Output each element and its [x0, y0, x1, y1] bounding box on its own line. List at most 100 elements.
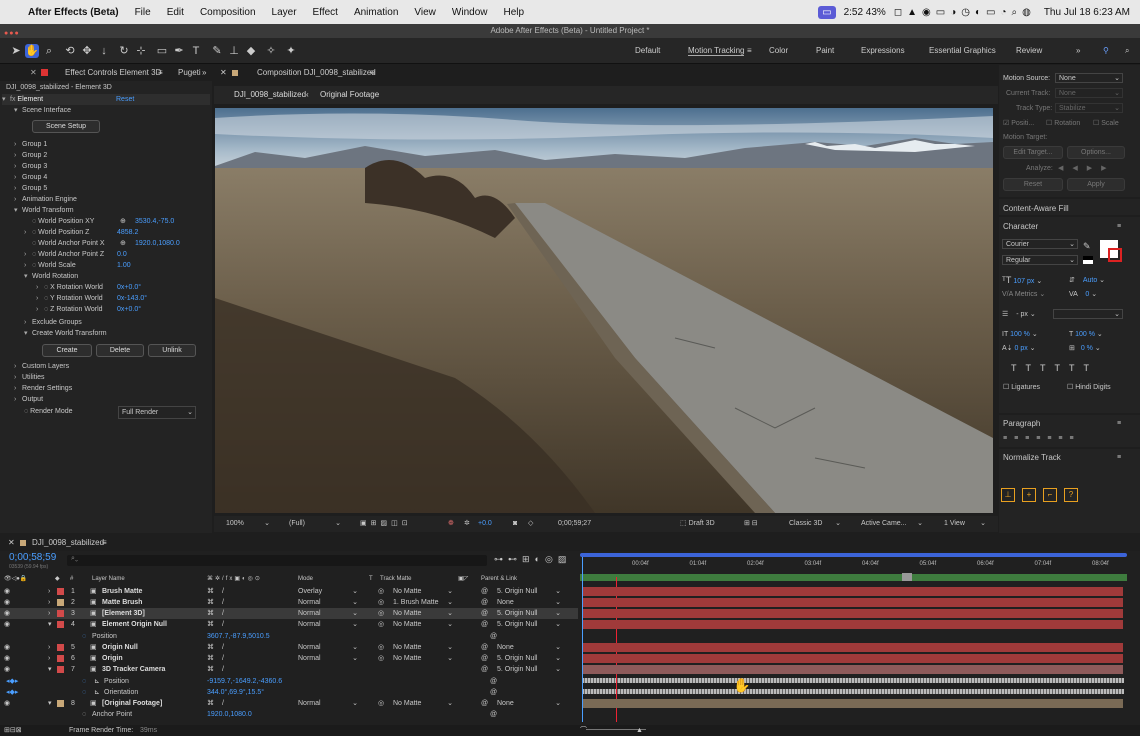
- parent-pickwhip-icon[interactable]: @: [481, 597, 488, 608]
- layer-name[interactable]: Origin: [102, 653, 123, 664]
- graph-icon[interactable]: ⊾: [94, 687, 100, 698]
- pan-tool-icon[interactable]: ✥: [80, 44, 94, 58]
- layer-duration-bar[interactable]: [583, 699, 1123, 708]
- layer-switch-icons[interactable]: ⌘ /: [207, 619, 227, 630]
- anchor-point-value[interactable]: 1920.0,1080.0: [207, 709, 252, 720]
- stopwatch-icon[interactable]: ◌: [82, 676, 86, 687]
- show-snapshot-icon[interactable]: ◇: [528, 516, 533, 532]
- parent-pickwhip-icon[interactable]: @: [481, 608, 488, 619]
- table-row[interactable]: ◉ › 5 ▣ Origin Null ⌘ / Normal ⌄ ◎ No Matte ⌄ @ None…: [0, 642, 578, 653]
- label-color-swatch[interactable]: [57, 588, 64, 595]
- track-matte-dropdown[interactable]: No Matte ⌄: [393, 608, 453, 619]
- expand-arrow-icon[interactable]: ▾: [48, 619, 52, 630]
- zoom-tool-icon[interactable]: ⌕: [42, 44, 56, 58]
- parent-dropdown[interactable]: None ⌄: [497, 642, 561, 653]
- stopwatch-icon[interactable]: ◌: [24, 408, 28, 415]
- world-anchor-x-value[interactable]: 1920.0,1080.0: [135, 238, 180, 249]
- reset-link[interactable]: Reset: [116, 94, 134, 105]
- animation-engine-group[interactable]: › Animation Engine: [14, 194, 77, 205]
- more-tabs-icon[interactable]: »: [202, 65, 206, 81]
- parent-pickwhip-icon[interactable]: @: [481, 642, 488, 653]
- share-icon[interactable]: ⚲: [1103, 46, 1109, 55]
- 3d-icons[interactable]: ⊞ ⊟: [744, 516, 758, 532]
- font-family-dropdown[interactable]: Courier ⌄: [1002, 239, 1078, 249]
- menu-animation[interactable]: Animation: [346, 7, 406, 18]
- element-effect-row[interactable]: ▾ fx Element Reset: [2, 94, 210, 105]
- layer-switch-icons[interactable]: ⌘ /: [207, 664, 227, 675]
- pickwhip-icon[interactable]: @: [490, 687, 497, 698]
- apply-button[interactable]: Apply: [1067, 178, 1125, 191]
- layer-switch-icons[interactable]: ⌘ /: [207, 597, 227, 608]
- menu-view[interactable]: View: [406, 7, 444, 18]
- tsume-field[interactable]: ⊞ 0 % ⌄: [1069, 343, 1101, 354]
- stopwatch-icon[interactable]: ◌: [82, 687, 86, 698]
- layer-switch-icons[interactable]: ⌘ /: [207, 698, 227, 709]
- stopwatch-icon[interactable]: ◌: [32, 218, 36, 225]
- normalize-button-1-icon[interactable]: ⊥: [1001, 488, 1015, 502]
- layer-name[interactable]: [Original Footage]: [102, 698, 162, 709]
- orbit-tool-icon[interactable]: ⟲: [63, 44, 77, 58]
- normalize-button-3-icon[interactable]: ⌐: [1043, 488, 1057, 502]
- label-color-swatch[interactable]: [57, 666, 64, 673]
- y-rotation-value[interactable]: 0x-143.0°: [117, 293, 147, 304]
- mode-dropdown[interactable]: Normal ⌄: [298, 698, 358, 709]
- visibility-eye-icon[interactable]: ◉: [4, 608, 10, 619]
- layer-duration-bar[interactable]: [583, 598, 1123, 607]
- menu-help[interactable]: Help: [495, 7, 532, 18]
- menu-composition[interactable]: Composition: [192, 7, 264, 18]
- stopwatch-icon[interactable]: ◌: [82, 631, 86, 642]
- workspace-paint[interactable]: Paint: [816, 46, 834, 55]
- scene-interface-group[interactable]: ▾ Scene Interface: [14, 105, 71, 116]
- stopwatch-icon[interactable]: ◌: [44, 295, 48, 302]
- track-type-dropdown[interactable]: Stabilize ⌄: [1055, 103, 1123, 113]
- current-track-dropdown[interactable]: None ⌄: [1055, 88, 1123, 98]
- lock-icon[interactable]: [41, 69, 48, 76]
- workspace-motion-tracking[interactable]: Motion Tracking: [688, 46, 745, 56]
- composition-tab[interactable]: Composition DJI_0098_stabilized: [257, 65, 376, 81]
- layer-switch-icons[interactable]: ⌘ /: [207, 642, 227, 653]
- track-matte-dropdown[interactable]: No Matte ⌄: [393, 653, 453, 664]
- snapshot-icon[interactable]: ◙: [513, 516, 517, 532]
- footer-icons[interactable]: ⊞⊟⊠: [4, 725, 22, 736]
- motion-source-dropdown[interactable]: None ⌄: [1055, 73, 1123, 83]
- edit-target-button[interactable]: Edit Target...: [1003, 146, 1063, 159]
- timeline-switch-icons[interactable]: ⊶⊷⊞◐◎▨: [494, 554, 571, 565]
- render-settings-group[interactable]: › Render Settings: [14, 383, 72, 394]
- keyframe-nav-icons[interactable]: ◂◆▸: [6, 676, 18, 687]
- workspace-default[interactable]: Default: [635, 46, 660, 55]
- more-workspaces-icon[interactable]: »: [1076, 46, 1080, 55]
- playhead-start[interactable]: [582, 557, 587, 722]
- parent-dropdown[interactable]: 5. Origin Null ⌄: [497, 653, 561, 664]
- keyframe-nav-icons[interactable]: ◂◆▸: [6, 687, 18, 698]
- expand-arrow-icon[interactable]: ›: [48, 597, 50, 608]
- workspace-menu-icon[interactable]: ≡: [747, 46, 752, 55]
- type-tool-icon[interactable]: T: [189, 44, 203, 58]
- stroke-width-field[interactable]: ☰ - px ⌄: [1002, 309, 1036, 320]
- stopwatch-icon[interactable]: ◌: [32, 262, 36, 269]
- world-transform-group[interactable]: ▾ World Transform: [14, 205, 74, 216]
- label-color-swatch[interactable]: [57, 644, 64, 651]
- visibility-eye-icon[interactable]: ◉: [4, 619, 10, 630]
- workspace-color[interactable]: Color: [769, 46, 788, 55]
- renderer-dropdown[interactable]: Classic 3D ⌄: [789, 516, 841, 532]
- text-style-buttons[interactable]: TTTTTT: [1011, 363, 1098, 374]
- graph-icon[interactable]: ⊾: [94, 676, 100, 687]
- world-position-z-value[interactable]: 4858.2: [117, 227, 138, 238]
- workspace-review[interactable]: Review: [1016, 46, 1042, 55]
- draft-3d-toggle[interactable]: ⬚ Draft 3D: [680, 516, 715, 532]
- stopwatch-icon[interactable]: ◌: [32, 229, 36, 236]
- layer-name[interactable]: [Element 3D]: [102, 608, 145, 619]
- parent-dropdown[interactable]: None ⌄: [497, 698, 561, 709]
- normalize-button-2-icon[interactable]: +: [1022, 488, 1036, 502]
- table-row[interactable]: ◉ › 2 ▣ Matte Brush ⌘ / Normal ⌄ ◎ 1. Brush Matte…: [0, 597, 578, 608]
- tracking-field[interactable]: VA 0 ⌄: [1069, 289, 1097, 300]
- view-options-icons[interactable]: ▣⊞▨◫⊡: [360, 516, 412, 532]
- parent-column[interactable]: Parent & Link: [481, 574, 517, 585]
- visibility-eye-icon[interactable]: ◉: [4, 642, 10, 653]
- layer-duration-bar[interactable]: [583, 587, 1123, 596]
- close-tab-icon[interactable]: ✕: [220, 65, 227, 81]
- parent-dropdown[interactable]: 5. Origin Null ⌄: [497, 619, 561, 630]
- workspace-expressions[interactable]: Expressions: [861, 46, 905, 55]
- lock-icon[interactable]: [20, 540, 26, 546]
- create-button[interactable]: Create: [42, 344, 92, 357]
